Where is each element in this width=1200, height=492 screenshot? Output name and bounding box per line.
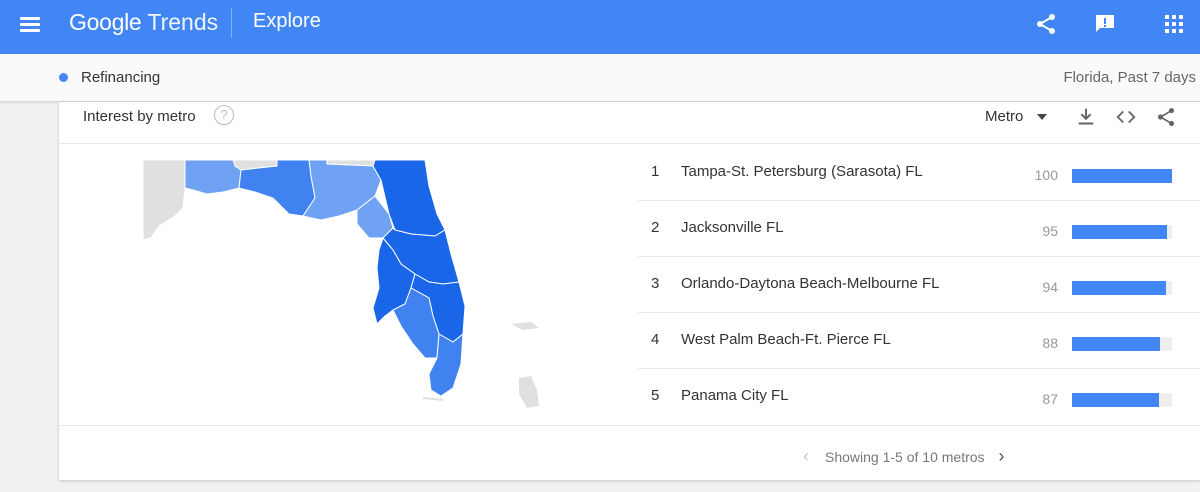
help-icon[interactable]: ? — [214, 105, 234, 125]
row-rank: 5 — [651, 387, 660, 404]
embed-icon[interactable] — [1115, 106, 1137, 128]
map-region-bahamas — [511, 322, 539, 330]
row-rank: 4 — [651, 331, 660, 348]
row-metro-name[interactable]: Orlando-Daytona Beach-Melbourne FL — [681, 275, 939, 292]
row-score: 88 — [1042, 335, 1058, 351]
table-row[interactable]: 3 Orlando-Daytona Beach-Melbourne FL 94 — [638, 257, 1200, 313]
map-region-bahamas — [519, 376, 539, 408]
row-metro-name[interactable]: Jacksonville FL — [681, 219, 784, 236]
row-score-bar-fill — [1072, 281, 1166, 295]
share-icon[interactable] — [1155, 106, 1177, 128]
brand-trends: Trends — [147, 9, 219, 35]
appbar-divider — [231, 8, 232, 38]
resolution-dropdown[interactable]: Metro — [985, 108, 1048, 125]
row-rank: 1 — [651, 163, 660, 180]
apps-grid-icon[interactable] — [1162, 12, 1186, 36]
card-header: Interest by metro ? Metro — [59, 102, 1200, 144]
page-title: Explore — [253, 10, 321, 32]
table-row[interactable]: 4 West Palm Beach-Ft. Pierce FL 88 — [638, 313, 1200, 369]
resolution-value: Metro — [985, 108, 1024, 125]
search-term-bar: Refinancing Florida, Past 7 days — [0, 54, 1200, 102]
table-row[interactable]: 1 Tampa-St. Petersburg (Sarasota) FL 100 — [638, 145, 1200, 201]
term-context: Florida, Past 7 days — [1063, 69, 1196, 86]
row-score: 94 — [1042, 279, 1058, 295]
row-score: 100 — [1034, 167, 1058, 183]
map-region-pensacola[interactable] — [184, 159, 242, 195]
map-region-nodata — [143, 159, 186, 241]
chevron-right-icon[interactable]: › — [999, 446, 1005, 467]
row-score-bar-fill — [1072, 225, 1167, 239]
row-score-bar — [1072, 281, 1172, 295]
brand-google: Google — [69, 9, 142, 35]
row-metro-name[interactable]: West Palm Beach-Ft. Pierce FL — [681, 331, 891, 348]
row-metro-name[interactable]: Tampa-St. Petersburg (Sarasota) FL — [681, 163, 923, 180]
map-region-keys — [422, 397, 444, 401]
table-row[interactable]: 5 Panama City FL 87 — [638, 369, 1200, 425]
share-icon[interactable] — [1034, 12, 1058, 36]
dropdown-arrow-icon — [1037, 113, 1048, 120]
row-score-bar — [1072, 393, 1172, 407]
row-rank: 2 — [651, 219, 660, 236]
pager-text: Showing 1-5 of 10 metros — [825, 448, 985, 465]
pager: ‹ Showing 1-5 of 10 metros › — [803, 446, 1005, 467]
row-score: 87 — [1042, 391, 1058, 407]
row-score-bar-fill — [1072, 169, 1172, 183]
download-icon[interactable] — [1075, 106, 1097, 128]
row-score: 95 — [1042, 223, 1058, 239]
table-row[interactable]: 2 Jacksonville FL 95 — [638, 201, 1200, 257]
feedback-icon[interactable] — [1093, 12, 1117, 36]
row-score-bar — [1072, 169, 1172, 183]
row-score-bar — [1072, 225, 1172, 239]
card-footer-divider — [59, 425, 1200, 426]
interest-by-metro-card: Interest by metro ? Metro 1 Tampa-St. Pe… — [59, 102, 1200, 480]
google-trends-logo[interactable]: Google Trends — [69, 9, 218, 36]
search-term[interactable]: Refinancing — [81, 69, 160, 86]
metro-ranked-list: 1 Tampa-St. Petersburg (Sarasota) FL 100 2 J… — [638, 145, 1200, 425]
chevron-left-icon[interactable]: ‹ — [803, 446, 809, 467]
row-score-bar — [1072, 337, 1172, 351]
app-bar: Google Trends Explore — [0, 0, 1200, 54]
florida-metro-map[interactable] — [143, 158, 543, 418]
menu-icon[interactable] — [20, 15, 42, 35]
term-color-dot — [59, 73, 68, 82]
row-score-bar-fill — [1072, 337, 1160, 351]
card-title: Interest by metro — [83, 108, 196, 125]
row-rank: 3 — [651, 275, 660, 292]
row-metro-name[interactable]: Panama City FL — [681, 387, 789, 404]
row-score-bar-fill — [1072, 393, 1159, 407]
